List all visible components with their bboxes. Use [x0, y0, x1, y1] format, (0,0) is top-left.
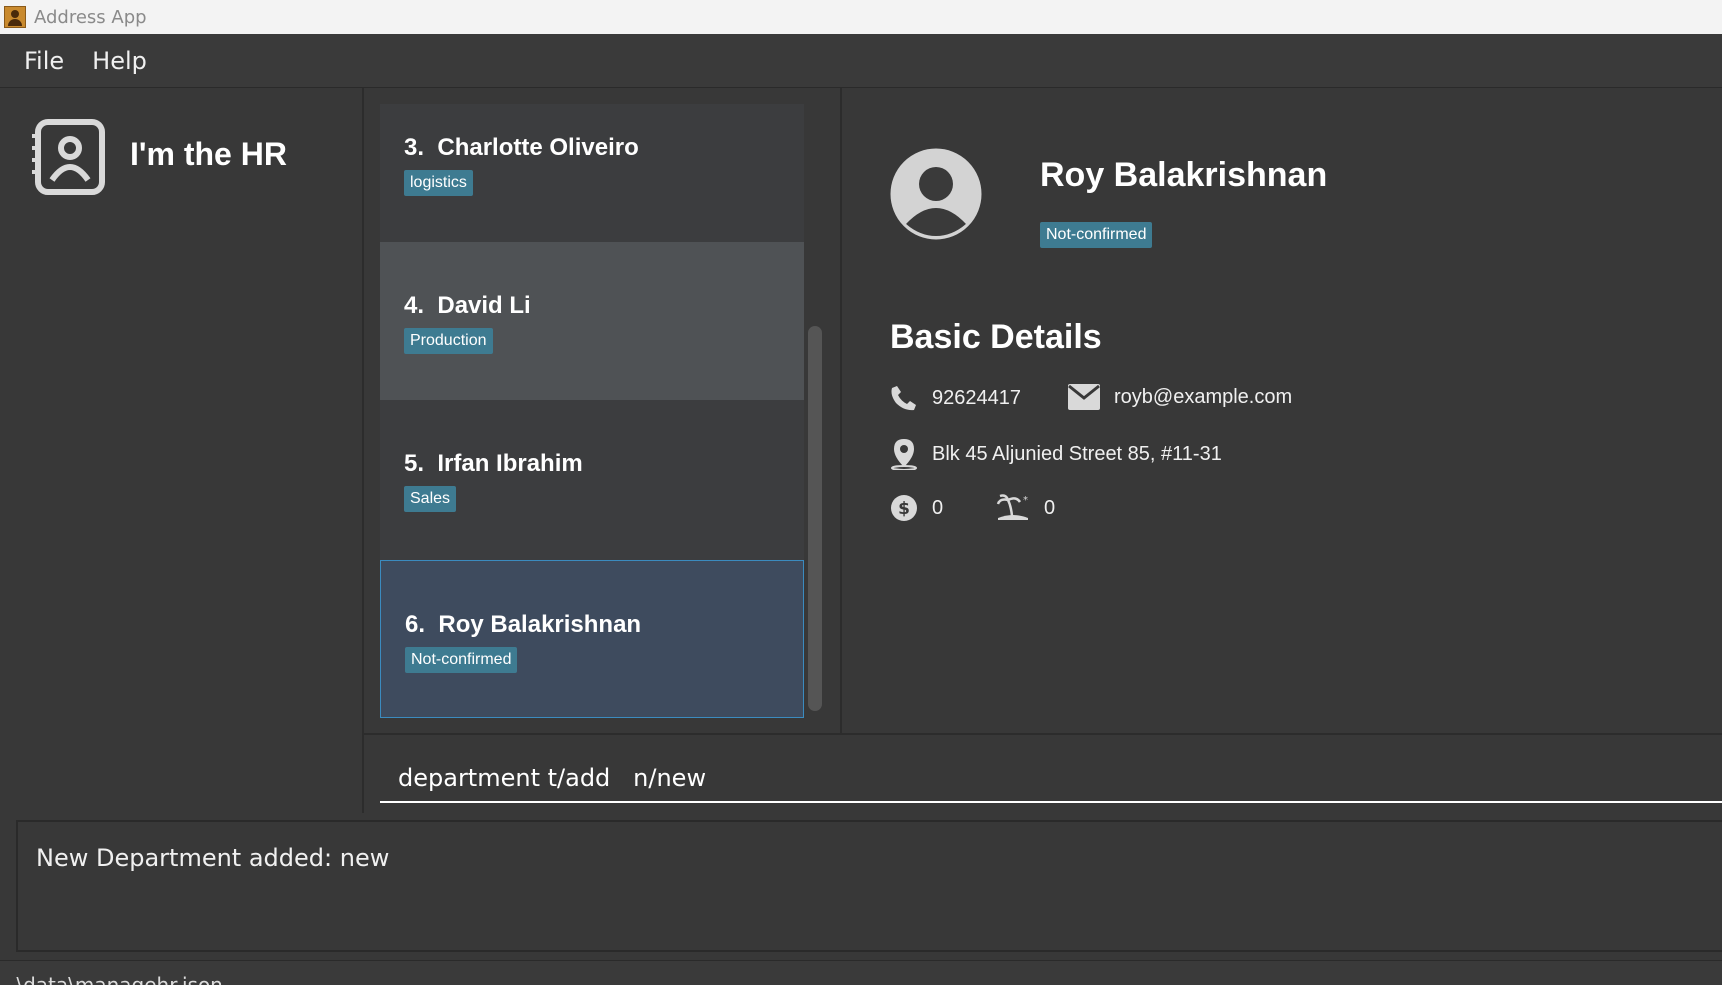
- person-tag: Production: [404, 328, 493, 354]
- svg-text:*: *: [1023, 495, 1028, 506]
- person-name: David Li: [437, 292, 531, 319]
- dollar-icon: $: [891, 495, 917, 521]
- person-detail-panel: Roy Balakrishnan Not-confirmed Basic Det…: [844, 88, 1722, 733]
- result-message: New Department added: new: [36, 844, 390, 872]
- menu-help[interactable]: Help: [92, 47, 147, 75]
- detail-name: Roy Balakrishnan: [1040, 156, 1328, 194]
- phone-icon: [891, 386, 916, 411]
- person-list-panel: 3. Charlotte Oliveiro logistics 4. David…: [364, 88, 842, 733]
- menu-bar: File Help: [0, 34, 1722, 88]
- person-index: 6.: [405, 611, 426, 638]
- data-file-path: .\data\managehr.json: [10, 973, 223, 985]
- command-input[interactable]: [380, 755, 1722, 803]
- person-card[interactable]: 4. David Li Production: [380, 242, 804, 400]
- person-card[interactable]: 3. Charlotte Oliveiro logistics: [380, 104, 804, 242]
- person-name: Roy Balakrishnan: [438, 611, 642, 638]
- contact-book-icon: [32, 119, 105, 195]
- leave-row: * 0: [996, 494, 1055, 522]
- salary-row: $ 0: [890, 494, 943, 522]
- person-tag: logistics: [404, 170, 473, 196]
- sidebar: I'm the HR: [0, 88, 364, 813]
- email-icon: [1068, 384, 1100, 410]
- person-tag: Sales: [404, 486, 457, 512]
- person-tag: Not-confirmed: [405, 647, 518, 673]
- list-scrollbar-thumb[interactable]: [808, 326, 822, 711]
- address-book-icon: [4, 6, 26, 28]
- person-index: 3.: [404, 134, 425, 161]
- window-titlebar: Address App: [0, 0, 1722, 34]
- result-display[interactable]: New Department added: new: [16, 820, 1722, 952]
- person-index: 4.: [404, 292, 425, 319]
- window-title: Address App: [34, 6, 147, 28]
- address-value: Blk 45 Aljunied Street 85, #11-31: [932, 442, 1222, 465]
- brand-title: I'm the HR: [130, 136, 287, 172]
- menu-file[interactable]: File: [24, 47, 64, 75]
- location-pin-icon: [891, 439, 917, 470]
- beach-island-icon: *: [996, 494, 1028, 520]
- person-card-selected[interactable]: 6. Roy Balakrishnan Not-confirmed: [380, 560, 804, 718]
- email-value: royb@example.com: [1114, 385, 1293, 408]
- salary-value: 0: [932, 496, 944, 519]
- svg-text:$: $: [898, 499, 910, 519]
- phone-row: 92624417: [890, 384, 1021, 412]
- phone-value: 92624417: [932, 386, 1021, 409]
- leave-value: 0: [1044, 496, 1056, 519]
- avatar-icon: [890, 148, 982, 240]
- email-row: royb@example.com: [1068, 384, 1292, 410]
- person-index: 5.: [404, 450, 425, 477]
- person-name: Charlotte Oliveiro: [437, 134, 639, 161]
- basic-details-heading: Basic Details: [890, 318, 1102, 356]
- command-box: [364, 733, 1722, 813]
- detail-status-badge: Not-confirmed: [1040, 222, 1153, 248]
- person-name: Irfan Ibrahim: [437, 450, 583, 477]
- person-card[interactable]: 5. Irfan Ibrahim Sales: [380, 400, 804, 560]
- status-bar: .\data\managehr.json: [0, 960, 1722, 985]
- address-row: Blk 45 Aljunied Street 85, #11-31: [890, 438, 1222, 470]
